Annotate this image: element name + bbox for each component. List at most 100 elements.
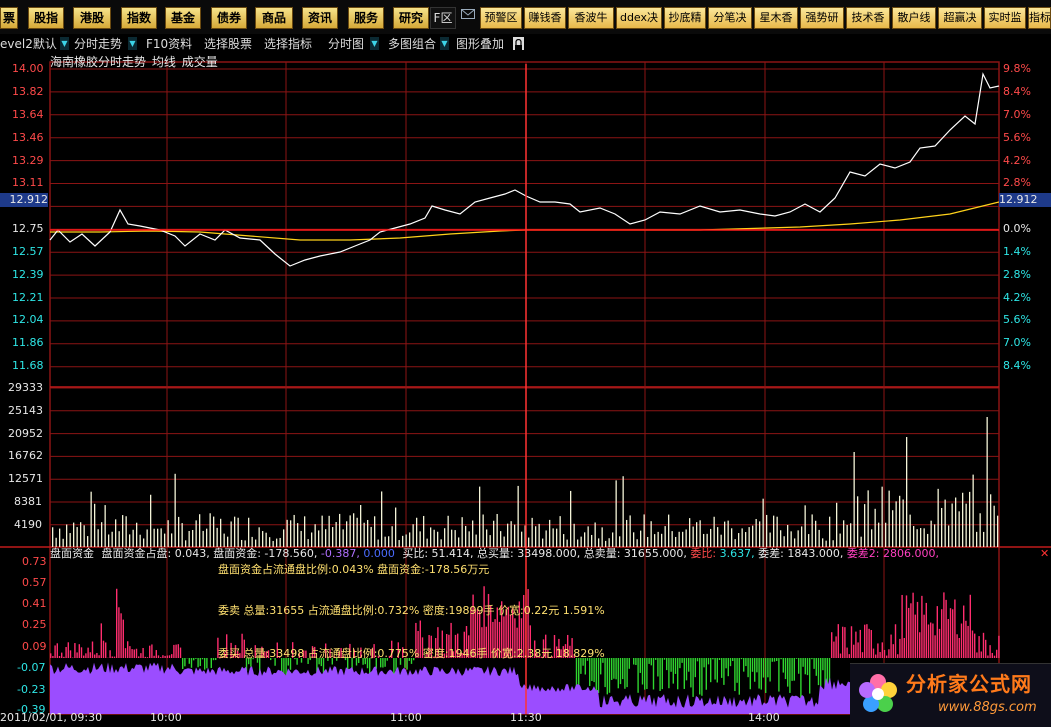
tool-button-4[interactable]: 抄底精	[664, 7, 706, 29]
volume-bar	[759, 521, 760, 547]
lock-icon[interactable]	[513, 37, 524, 50]
mail-icon[interactable]	[461, 9, 475, 19]
tool-button-12[interactable]: 指标	[1028, 7, 1051, 29]
volume-bar	[934, 524, 935, 547]
indicator-bar	[648, 658, 649, 664]
volume-bar	[931, 521, 932, 547]
volume-bar	[497, 514, 498, 547]
volume-bar	[962, 493, 963, 547]
volume-bar	[392, 526, 393, 547]
indicator-bar	[884, 650, 885, 658]
volume-bar	[147, 529, 148, 547]
volume-bar	[164, 534, 165, 547]
indicator-bar	[899, 639, 900, 658]
menu-button-news[interactable]: 资讯	[302, 7, 338, 29]
select-indicator-button[interactable]: 选择指标	[264, 36, 312, 52]
pct-tick: 0.0%	[1003, 223, 1031, 235]
tool-button-6[interactable]: 星木香	[754, 7, 798, 29]
select-stock-button[interactable]: 选择股票	[204, 36, 252, 52]
dropdown-arrow-icon[interactable]: ▼	[128, 37, 137, 50]
volume-bar	[388, 536, 389, 547]
menu-button-service[interactable]: 服务	[348, 7, 384, 29]
indicator-bar	[849, 654, 850, 658]
menu-button-stock[interactable]: 票	[0, 7, 18, 29]
indicator-bar	[591, 658, 592, 681]
menu-button-research[interactable]: 研究	[393, 7, 429, 29]
intraday-trend-menu[interactable]: 分时走势	[74, 36, 122, 52]
tool-button-9[interactable]: 散户线	[892, 7, 936, 29]
volume-bar	[73, 523, 74, 547]
close-panel-icon[interactable]: ✕	[1040, 548, 1049, 560]
tool-button-7[interactable]: 强势研	[800, 7, 844, 29]
indicator-bar	[765, 658, 766, 693]
indicator-bar	[136, 649, 137, 658]
dropdown-arrow-icon[interactable]: ▼	[60, 37, 69, 50]
volume-bar	[154, 529, 155, 547]
indicator-bar	[758, 658, 759, 689]
menu-button-index[interactable]: 指数	[121, 7, 157, 29]
volume-bar	[514, 525, 515, 547]
multi-chart-menu[interactable]: 多图组合	[388, 36, 436, 52]
tool-button-3[interactable]: ddex决	[616, 7, 662, 29]
menu-button-hk[interactable]: 港股	[73, 7, 111, 29]
tool-button-11[interactable]: 实时监	[984, 7, 1026, 29]
volume-bar	[178, 517, 179, 547]
volume-bar	[332, 527, 333, 547]
menu-button-bond[interactable]: 债券	[211, 7, 247, 29]
indicator-bar	[893, 644, 894, 658]
tool-button-alert-zone[interactable]: 预警区	[480, 7, 522, 29]
volume-bar	[444, 528, 445, 547]
tool-button-8[interactable]: 技术香	[846, 7, 890, 29]
menu-button-fund[interactable]: 基金	[165, 7, 201, 29]
tool-button-1[interactable]: 赚钱香	[524, 7, 566, 29]
indicator-bar	[943, 592, 944, 658]
menu-button-index-futures[interactable]: 股指	[28, 7, 64, 29]
indicator-bar	[965, 621, 966, 658]
indicator-bar	[831, 632, 832, 658]
intraday-chart-menu[interactable]: 分时图	[328, 36, 364, 52]
tool-button-10[interactable]: 超赢决	[938, 7, 982, 29]
indicator-bar	[860, 630, 861, 658]
volume-bar	[885, 523, 886, 547]
level2-default-menu[interactable]: evel2默认	[0, 36, 57, 52]
volume-bar	[486, 529, 487, 547]
indicator-bar	[987, 655, 988, 658]
indicator-bar	[926, 603, 927, 658]
volume-bar	[360, 505, 361, 547]
indicator-bar	[679, 658, 680, 668]
f10-info-button[interactable]: F10资料	[146, 36, 192, 52]
volume-bar	[714, 517, 715, 547]
indicator-bar	[809, 658, 810, 694]
menu-button-f-zone[interactable]: F区	[430, 7, 456, 29]
indicator-bar	[739, 658, 740, 695]
volume-bar	[728, 521, 729, 547]
indicator-bar	[211, 658, 212, 668]
indicator-bar	[657, 658, 658, 676]
indicator-bar	[670, 658, 671, 672]
volume-bar	[665, 526, 666, 547]
menu-button-commodity[interactable]: 商品	[255, 7, 293, 29]
tool-button-2[interactable]: 香波牛	[568, 7, 614, 29]
volume-bar	[598, 538, 599, 547]
tool-button-5[interactable]: 分笔决	[708, 7, 752, 29]
volume-bar	[150, 495, 151, 547]
indicator-bar	[145, 657, 146, 658]
chart-overlay-button[interactable]: 图形叠加	[456, 36, 504, 52]
indicator-bar	[747, 658, 748, 677]
indicator-bar	[607, 658, 608, 694]
indicator-bar	[646, 658, 647, 689]
indicator-bar	[140, 653, 141, 658]
volume-bar	[913, 526, 914, 547]
price-tick: 12.57	[12, 246, 44, 258]
indicator-bar	[173, 645, 174, 658]
volume-bar	[476, 535, 477, 547]
indicator-bar	[703, 658, 704, 667]
dropdown-arrow-icon[interactable]: ▼	[370, 37, 379, 50]
indicator-bar	[175, 645, 176, 658]
volume-bar	[346, 521, 347, 547]
volume-bar	[668, 515, 669, 547]
dropdown-arrow-icon[interactable]: ▼	[440, 37, 449, 50]
indicator-bar	[937, 606, 938, 658]
price-line	[50, 74, 999, 266]
volume-bar	[570, 491, 571, 547]
